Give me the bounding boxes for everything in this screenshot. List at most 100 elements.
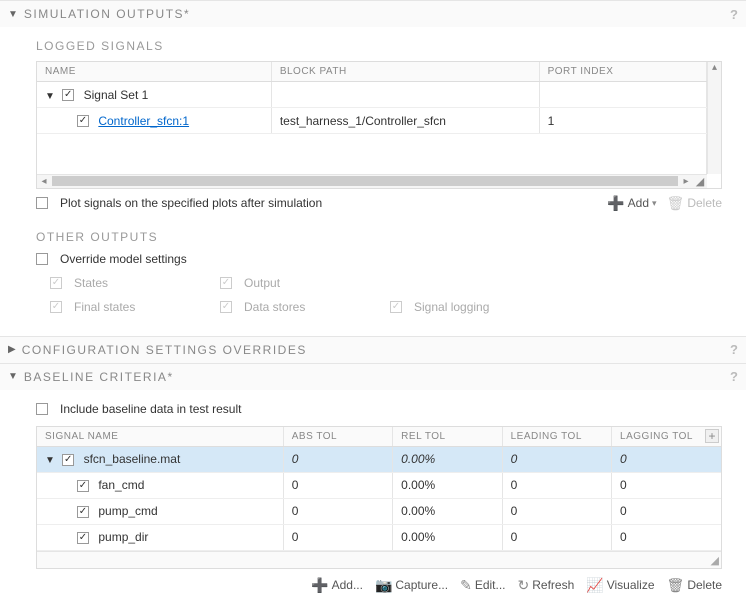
other-outputs-heading: OTHER OUTPUTS (36, 230, 722, 244)
add-label: Add (628, 196, 649, 210)
help-icon[interactable]: ? (730, 369, 738, 384)
add-button[interactable]: ➕ Add... (311, 577, 363, 594)
data-stores-option: ✓ Data stores (220, 300, 350, 314)
resize-icon[interactable]: ◢ (711, 555, 719, 567)
cell-rel-tol[interactable]: 0.00% (393, 446, 502, 472)
col-header-name[interactable]: NAME (37, 62, 271, 82)
section-simulation-outputs: ▼ SIMULATION OUTPUTS* ? LOGGED SIGNALS N… (0, 0, 746, 336)
logged-signals-table-wrap: NAME BLOCK PATH PORT INDEX ▼ ✓ Signal Se… (36, 61, 722, 189)
trash-icon: 🗑 (667, 195, 685, 212)
scroll-right-icon[interactable]: ▸ (679, 176, 693, 187)
section-header-config-overrides[interactable]: ▶ CONFIGURATION SETTINGS OVERRIDES ? (0, 337, 746, 363)
cell-leading-tol[interactable]: 0 (502, 446, 611, 472)
resize-icon[interactable]: ◢ (693, 175, 707, 188)
override-model-settings-option[interactable]: ✓ Override model settings (36, 252, 722, 266)
checkbox[interactable]: ✓ (77, 532, 89, 544)
cell-lagging-tol[interactable]: 0 (612, 472, 721, 498)
edit-label: Edit... (475, 578, 506, 592)
checkbox[interactable]: ✓ (77, 506, 89, 518)
cell-abs-tol[interactable]: 0 (283, 446, 392, 472)
checkbox: ✓ (50, 277, 62, 289)
checkbox[interactable]: ✓ (62, 89, 74, 101)
visualize-label: Visualize (607, 578, 655, 592)
signal-logging-label: Signal logging (414, 300, 489, 314)
signal-link[interactable]: Controller_sfcn:1 (98, 114, 189, 128)
cell-block-path: test_harness_1/Controller_sfcn (271, 108, 539, 134)
expand-icon: ▶ (8, 344, 16, 355)
table-row[interactable]: ▼ ✓ sfcn_baseline.mat 0 0.00% 0 0 (37, 446, 721, 472)
include-baseline-option[interactable]: ✓ Include baseline data in test result (36, 402, 722, 416)
col-header-leading-tol[interactable]: LEADING TOL (502, 427, 611, 447)
baseline-table-wrap: + SIGNAL NAME ABS TOL REL TOL LEADING TO… (36, 426, 722, 569)
output-option: ✓ Output (220, 276, 350, 290)
delete-button[interactable]: 🗑 Delete (667, 577, 722, 594)
cell-abs-tol[interactable]: 0 (283, 498, 392, 524)
checkbox[interactable]: ✓ (36, 197, 48, 209)
cell-rel-tol[interactable]: 0.00% (393, 472, 502, 498)
cell-lagging-tol[interactable]: 0 (612, 446, 721, 472)
refresh-icon: ↻ (518, 577, 530, 594)
table-row[interactable]: ▼ ✓ Signal Set 1 (37, 82, 707, 108)
scroll-handle[interactable] (52, 176, 678, 186)
cell-rel-tol[interactable]: 0.00% (393, 498, 502, 524)
delete-label: Delete (687, 578, 722, 592)
vertical-scrollbar[interactable]: ▴ (707, 62, 721, 174)
cell-leading-tol[interactable]: 0 (502, 472, 611, 498)
table-row[interactable]: ✓ Controller_sfcn:1 test_harness_1/Contr… (37, 108, 707, 134)
plot-signals-label: Plot signals on the specified plots afte… (60, 196, 322, 210)
checkbox[interactable]: ✓ (77, 480, 89, 492)
section-header-baseline-criteria[interactable]: ▼ BASELINE CRITERIA* ? (0, 364, 746, 390)
section-header-simulation-outputs[interactable]: ▼ SIMULATION OUTPUTS* ? (0, 1, 746, 27)
tree-toggle-icon[interactable]: ▼ (45, 91, 55, 102)
camera-icon: 📷 (375, 577, 392, 594)
col-header-signal-name[interactable]: SIGNAL NAME (37, 427, 283, 447)
baseline-toolbar: ➕ Add... 📷 Capture... ✎ Edit... ↻ Refres… (36, 569, 722, 594)
checkbox[interactable]: ✓ (77, 115, 89, 127)
col-header-abs-tol[interactable]: ABS TOL (283, 427, 392, 447)
cell-leading-tol[interactable]: 0 (502, 524, 611, 550)
checkbox[interactable]: ✓ (36, 403, 48, 415)
cell-empty (271, 82, 539, 108)
collapse-icon: ▼ (8, 371, 18, 382)
table-row[interactable]: ✓ fan_cmd 0 0.00% 0 0 (37, 472, 721, 498)
checkbox[interactable]: ✓ (36, 253, 48, 265)
visualize-button[interactable]: 📈 Visualize (586, 577, 654, 594)
trash-icon: 🗑 (667, 577, 685, 594)
states-label: States (74, 276, 108, 290)
col-header-port-index[interactable]: PORT INDEX (539, 62, 706, 82)
signal-set-name: Signal Set 1 (84, 88, 149, 102)
include-baseline-label: Include baseline data in test result (60, 402, 241, 416)
col-header-block-path[interactable]: BLOCK PATH (271, 62, 539, 82)
help-icon[interactable]: ? (730, 7, 738, 22)
capture-button[interactable]: 📷 Capture... (375, 577, 448, 594)
delete-button[interactable]: 🗑 Delete (667, 195, 722, 212)
help-icon[interactable]: ? (730, 342, 738, 357)
plot-signals-option[interactable]: ✓ Plot signals on the specified plots af… (36, 196, 322, 210)
cell-lagging-tol[interactable]: 0 (612, 524, 721, 550)
refresh-label: Refresh (532, 578, 574, 592)
table-row[interactable]: ✓ pump_cmd 0 0.00% 0 0 (37, 498, 721, 524)
scroll-left-icon[interactable]: ◂ (37, 176, 51, 187)
delete-label: Delete (687, 196, 722, 210)
refresh-button[interactable]: ↻ Refresh (518, 577, 575, 594)
tree-toggle-icon[interactable]: ▼ (45, 455, 55, 466)
section-body-simulation-outputs: LOGGED SIGNALS NAME BLOCK PATH PORT INDE… (0, 27, 746, 336)
signal-name: pump_cmd (98, 504, 157, 518)
add-button[interactable]: ➕ Add ▾ (607, 195, 656, 212)
col-header-rel-tol[interactable]: REL TOL (393, 427, 502, 447)
edit-button[interactable]: ✎ Edit... (460, 577, 505, 594)
add-column-button[interactable]: + (705, 429, 719, 443)
table-row[interactable]: ✓ pump_dir 0 0.00% 0 0 (37, 524, 721, 550)
scroll-up-icon[interactable]: ▴ (708, 62, 721, 76)
chevron-down-icon: ▾ (652, 198, 657, 209)
cell-rel-tol[interactable]: 0.00% (393, 524, 502, 550)
cell-leading-tol[interactable]: 0 (502, 498, 611, 524)
final-states-option: ✓ Final states (50, 300, 180, 314)
checkbox[interactable]: ✓ (62, 454, 74, 466)
cell-abs-tol[interactable]: 0 (283, 472, 392, 498)
section-title: CONFIGURATION SETTINGS OVERRIDES (22, 343, 307, 357)
section-config-overrides: ▶ CONFIGURATION SETTINGS OVERRIDES ? (0, 336, 746, 363)
cell-abs-tol[interactable]: 0 (283, 524, 392, 550)
cell-lagging-tol[interactable]: 0 (612, 498, 721, 524)
horizontal-scrollbar[interactable]: ◂ ▸ ◢ (37, 174, 707, 188)
